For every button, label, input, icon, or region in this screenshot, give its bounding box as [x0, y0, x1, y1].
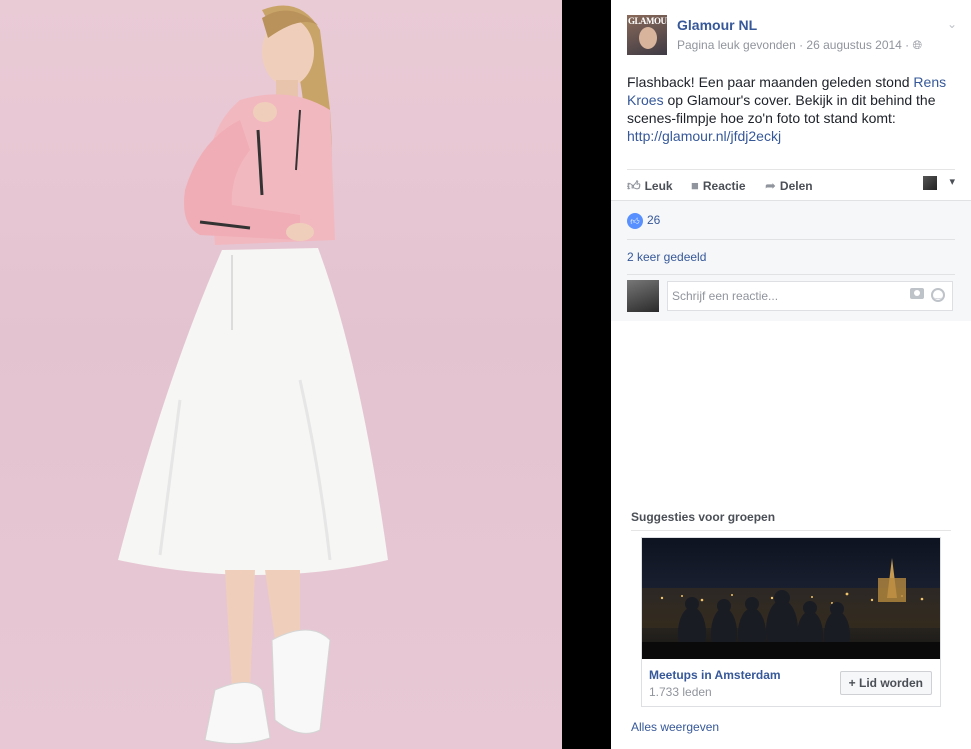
like-count[interactable]: 👍︎ 26 [627, 213, 660, 229]
photo-viewer-gutter [562, 0, 611, 749]
comment-button[interactable]: ■ Reactie [691, 178, 746, 193]
page-avatar[interactable]: GLAMOUR [627, 15, 667, 55]
show-all-link[interactable]: Alles weergeven [631, 720, 719, 734]
post-photo[interactable] [0, 0, 562, 749]
comment-input[interactable] [672, 289, 902, 303]
share-arrow-icon: ➦ [765, 178, 776, 193]
suggestions-title: Suggesties voor groepen [631, 510, 776, 524]
emoji-icon[interactable]: ‿ [931, 288, 945, 302]
thumbs-up-icon: 👍︎ [627, 178, 641, 193]
like-bubble-icon: 👍︎ [627, 213, 643, 229]
feedback-section: 👍︎ 26 2 keer gedeeld ‿ [611, 200, 971, 321]
comment-box[interactable]: ‿ [667, 281, 953, 311]
share-label: Delen [779, 179, 813, 193]
post-text-part2: op Glamour's cover. Bekijk in dit behind… [627, 92, 936, 126]
post-text: Flashback! Een paar maanden geleden ston… [627, 73, 957, 145]
model-illustration [118, 5, 388, 745]
like-label: Leuk [644, 179, 673, 193]
commenter-avatar [627, 280, 659, 312]
avatar-masthead: GLAMOUR [628, 16, 667, 26]
post-text-part1: Flashback! Een paar maanden geleden ston… [627, 74, 914, 90]
action-bar: 👍︎ Leuk ■ Reactie ➦ Delen ▾ [627, 169, 955, 200]
group-name-link[interactable]: Meetups in Amsterdam [649, 668, 781, 682]
like-button[interactable]: 👍︎ Leuk [627, 178, 673, 194]
divider [627, 239, 955, 240]
city-night-photo [642, 558, 940, 659]
globe-icon: 🌐︎ [912, 38, 923, 52]
camera-icon[interactable] [910, 288, 924, 299]
divider [631, 530, 951, 531]
post-header: GLAMOUR Glamour NL Pagina leuk gevonden … [627, 15, 957, 55]
avatar-face [639, 27, 657, 49]
comment-label: Reactie [702, 179, 746, 193]
join-group-button[interactable]: + Lid worden [839, 671, 932, 695]
divider [627, 274, 955, 275]
group-cover-photo[interactable] [642, 538, 940, 659]
caret-down-icon[interactable]: ▾ [949, 175, 955, 188]
post-meta: Pagina leuk gevonden · 26 augustus 2014 … [677, 38, 922, 53]
post-as-avatar[interactable] [923, 176, 937, 190]
post-panel: GLAMOUR Glamour NL Pagina leuk gevonden … [611, 0, 971, 749]
group-suggestion-card: Meetups in Amsterdam 1.733 leden + Lid w… [641, 537, 941, 707]
like-count-value: 26 [647, 213, 661, 228]
comment-icon: ■ [691, 178, 699, 193]
post-meta-text: Pagina leuk gevonden · 26 augustus 2014 … [677, 38, 910, 52]
post-url-link[interactable]: http://glamour.nl/jfdj2eckj [627, 128, 781, 144]
chevron-down-icon[interactable]: ⌄ [947, 17, 957, 31]
shares-link[interactable]: 2 keer gedeeld [627, 250, 706, 264]
page-name-link[interactable]: Glamour NL [677, 17, 757, 33]
share-button[interactable]: ➦ Delen [765, 178, 813, 194]
group-members: 1.733 leden [649, 685, 712, 699]
